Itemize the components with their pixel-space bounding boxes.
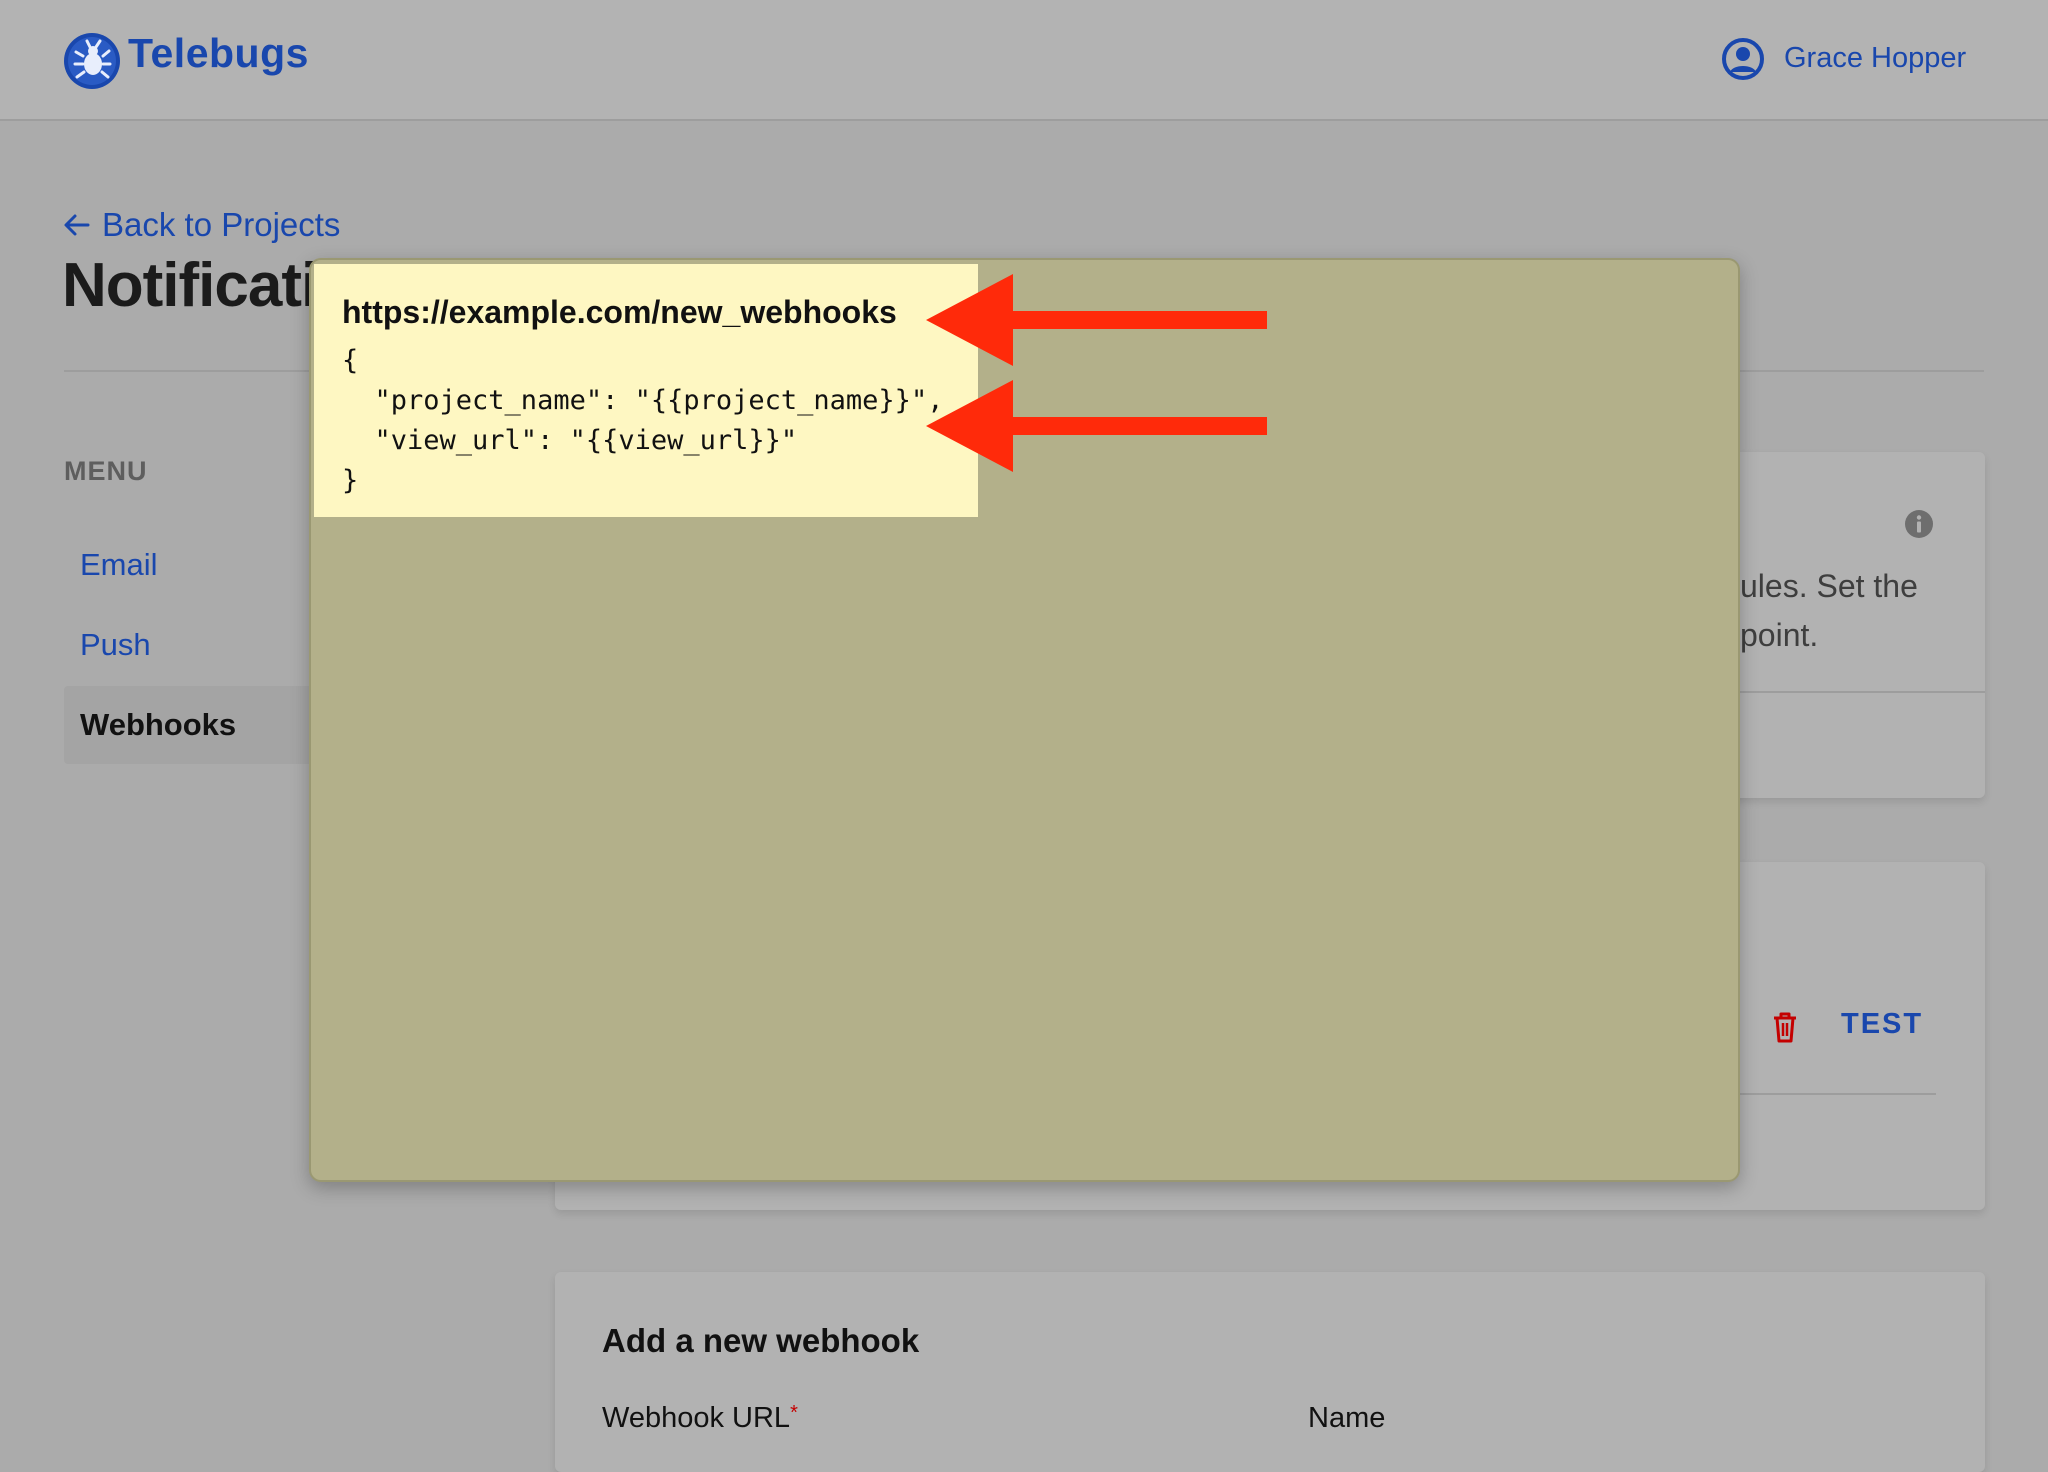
top-header: Telebugs Grace Hopper	[0, 0, 2048, 121]
webhook-example-note: https://example.com/new_webhooks { "proj…	[314, 264, 978, 517]
webhook-url-label: Webhook URL*	[602, 1402, 798, 1435]
page-title: Notificati	[62, 251, 318, 320]
red-arrow-icon	[926, 274, 1267, 366]
webhook-url-label-text: Webhook URL	[602, 1402, 791, 1434]
code-line: }	[342, 465, 359, 496]
arrow-left-icon	[64, 214, 90, 236]
code-line: {	[342, 345, 359, 376]
name-field-label: Name	[1308, 1402, 1386, 1434]
sidebar-item-push[interactable]: Push	[64, 606, 324, 684]
list-divider	[1740, 1093, 1936, 1095]
card-description-line: ules. Set the	[1740, 568, 1918, 604]
red-arrow-icon	[926, 380, 1267, 472]
app-logo-text[interactable]: Telebugs	[128, 30, 309, 77]
sidebar-item-email[interactable]: Email	[64, 526, 324, 604]
code-line: "project_name": "{{project_name}}",	[342, 385, 944, 416]
add-webhook-card	[555, 1272, 1985, 1472]
menu-heading: MENU	[64, 456, 148, 486]
required-mark: *	[790, 1402, 798, 1424]
card-description-line: point.	[1740, 617, 1819, 653]
code-line: "view_url": "{{view_url}}"	[342, 425, 798, 456]
back-link-label: Back to Projects	[102, 206, 341, 243]
bug-logo-icon[interactable]	[63, 32, 121, 90]
info-icon[interactable]	[1903, 508, 1935, 540]
back-to-projects-link[interactable]: Back to Projects	[62, 206, 340, 244]
sidebar-item-webhooks[interactable]: Webhooks	[64, 686, 324, 764]
user-name-link[interactable]: Grace Hopper	[1784, 42, 1966, 75]
example-webhook-url: https://example.com/new_webhooks	[342, 294, 897, 330]
add-webhook-title: Add a new webhook	[602, 1322, 920, 1359]
trash-icon[interactable]	[1770, 1010, 1800, 1044]
example-payload-code: { "project_name": "{{project_name}}", "v…	[342, 341, 978, 501]
user-avatar-icon[interactable]	[1722, 38, 1764, 80]
test-webhook-button[interactable]: TEST	[1841, 1008, 1923, 1041]
